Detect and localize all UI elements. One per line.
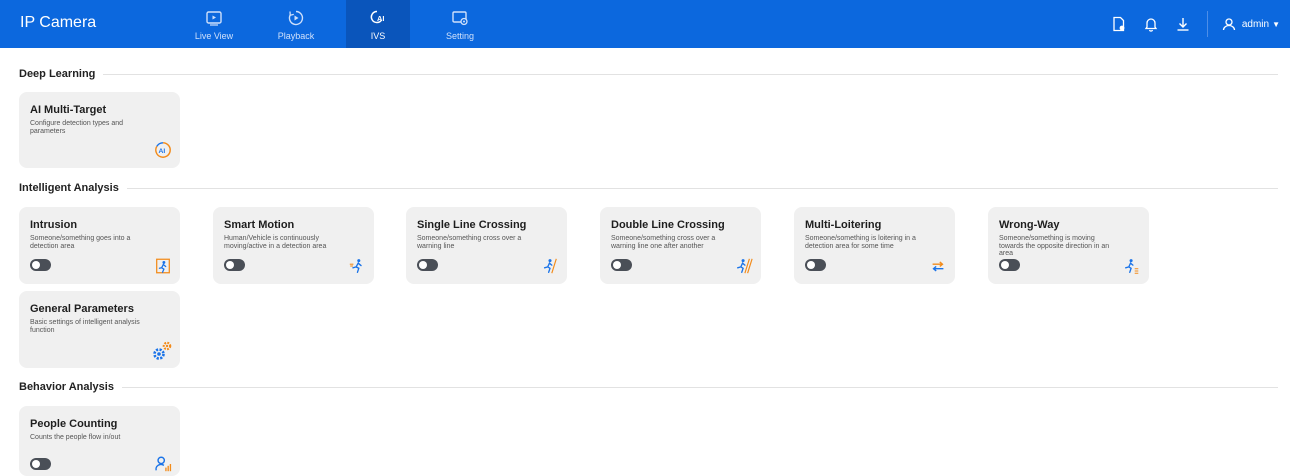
people-counting-icon (155, 456, 172, 472)
file-settings-icon (1113, 16, 1125, 32)
section-title: Deep Learning (19, 68, 96, 80)
intrusion-icon (156, 258, 170, 274)
card-title: Double Line Crossing (611, 219, 725, 231)
chevron-down-icon: ▼ (1272, 19, 1280, 29)
wrong-way-toggle[interactable] (999, 259, 1020, 271)
card-general-parameters[interactable]: General Parameters Basic settings of int… (19, 291, 180, 368)
card-title: General Parameters (30, 303, 134, 315)
nav-label: Playback (277, 31, 315, 41)
app-title: IP Camera (20, 14, 97, 31)
card-description: Someone/something cross over a warning l… (611, 235, 716, 250)
section-title: Intelligent Analysis (19, 182, 119, 194)
ai-icon: AI (155, 142, 171, 158)
user-icon (1222, 18, 1235, 31)
section-intelligent-analysis: Intelligent Analysis (19, 180, 1278, 196)
double-line-crossing-toggle[interactable] (611, 259, 632, 271)
nav-label: Live View (194, 31, 234, 41)
multi-loitering-toggle[interactable] (805, 259, 826, 271)
card-title: Smart Motion (224, 219, 295, 231)
section-title: Behavior Analysis (19, 381, 114, 393)
card-single-line-crossing[interactable]: Single Line Crossing Someone/something c… (406, 207, 567, 284)
nav-tab-playback[interactable]: Playback (264, 0, 328, 48)
playback-icon (288, 10, 304, 26)
people-counting-toggle[interactable] (30, 458, 51, 470)
gears-icon (153, 341, 172, 360)
section-divider (121, 386, 1278, 388)
card-description: Configure detection types and parameters (30, 120, 124, 135)
nav-label: IVS (370, 31, 386, 41)
svg-text:AI: AI (377, 14, 385, 23)
card-description: Someone/something goes into a detection … (30, 235, 131, 250)
section-divider (126, 187, 1278, 189)
card-description: Someone/something cross over a warning l… (417, 235, 522, 250)
section-deep-learning: Deep Learning (19, 66, 1278, 82)
nav-label: Setting (445, 31, 475, 41)
nav-tab-setting[interactable]: Setting (428, 0, 492, 48)
file-settings-button[interactable] (1109, 14, 1129, 34)
toggle-knob (32, 460, 40, 468)
card-description: Someone/something is moving towards the … (999, 235, 1110, 258)
card-description: Human/Vehicle is continuously moving/act… (224, 235, 327, 250)
double-line-crossing-icon (737, 258, 753, 274)
toggle-knob (32, 261, 40, 269)
live-view-icon (206, 11, 222, 26)
card-title: AI Multi-Target (30, 104, 107, 116)
card-double-line-crossing[interactable]: Double Line Crossing Someone/something c… (600, 207, 761, 284)
line-crossing-icon (543, 258, 557, 274)
toggle-knob (226, 261, 234, 269)
download-icon (1177, 18, 1189, 31)
toggle-knob (419, 261, 427, 269)
main-nav: Live View Playback AI IVS Setting (182, 0, 510, 48)
card-ai-multi-target[interactable]: AI Multi-Target Configure detection type… (19, 92, 180, 168)
nav-tab-ivs[interactable]: AI IVS (346, 0, 410, 48)
download-button[interactable] (1173, 14, 1193, 34)
running-person-icon (349, 259, 362, 273)
card-title: Single Line Crossing (417, 219, 527, 231)
card-smart-motion[interactable]: Smart Motion Human/Vehicle is continuous… (213, 207, 374, 284)
card-description: Someone/something is loitering in a dete… (805, 235, 916, 250)
nav-tab-live-view[interactable]: Live View (182, 0, 246, 48)
username: admin (1241, 18, 1270, 30)
card-description: Basic settings of intelligent analysis f… (30, 319, 140, 334)
card-description: Counts the people flow in/out (30, 434, 121, 441)
single-line-crossing-toggle[interactable] (417, 259, 438, 271)
card-title: Multi-Loitering (805, 219, 882, 231)
section-behavior-analysis: Behavior Analysis (19, 379, 1278, 395)
section-divider (103, 73, 1278, 75)
notification-button[interactable] (1141, 14, 1161, 34)
user-menu[interactable]: admin ▼ (1206, 11, 1280, 37)
wrong-way-icon (1125, 259, 1139, 274)
setting-icon (452, 11, 468, 26)
toolbar: admin ▼ (1097, 0, 1280, 48)
card-people-counting[interactable]: People Counting Counts the people flow i… (19, 406, 180, 476)
toggle-knob (1001, 261, 1009, 269)
svg-text:AI: AI (159, 148, 166, 155)
card-title: People Counting (30, 418, 118, 430)
card-multi-loitering[interactable]: Multi-Loitering Someone/something is loi… (794, 207, 955, 284)
toggle-knob (807, 261, 815, 269)
toggle-knob (613, 261, 621, 269)
loitering-arrows-icon (932, 261, 944, 272)
card-title: Intrusion (30, 219, 78, 231)
ivs-icon: AI (370, 10, 385, 24)
card-title: Wrong-Way (999, 219, 1060, 231)
top-bar: IP Camera Live View Playback AI IVS Sett… (0, 0, 1290, 48)
card-intrusion[interactable]: Intrusion Someone/something goes into a … (19, 207, 180, 284)
intrusion-toggle[interactable] (30, 259, 51, 271)
bell-icon (1144, 18, 1158, 32)
card-wrong-way[interactable]: Wrong-Way Someone/something is moving to… (988, 207, 1149, 284)
smart-motion-toggle[interactable] (224, 259, 245, 271)
